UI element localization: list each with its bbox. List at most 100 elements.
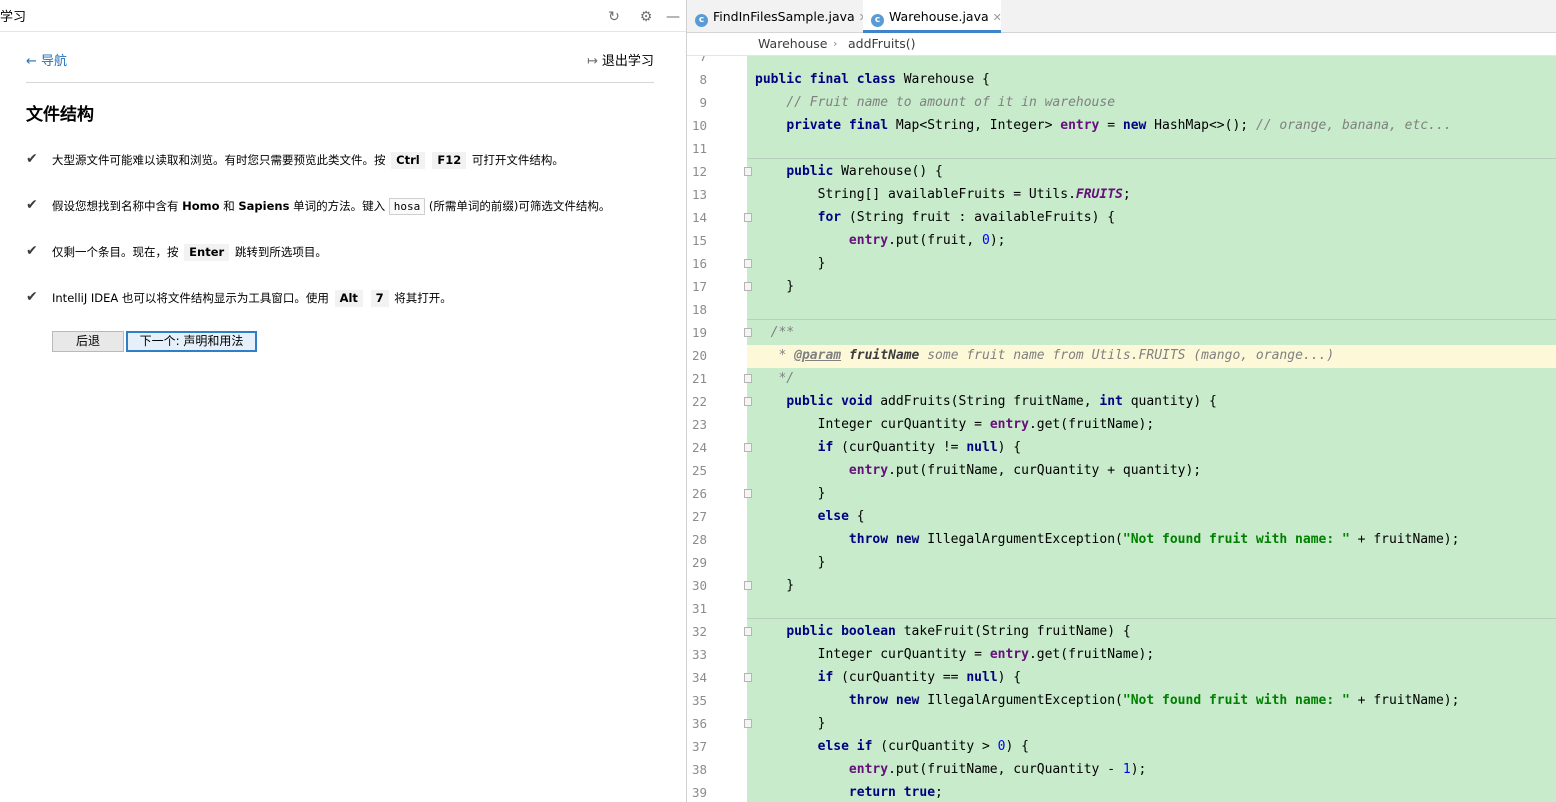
exit-learning-button[interactable]: ↦ 退出学习 bbox=[587, 54, 654, 70]
code-line[interactable]: 38 entry.put(fruitName, curQuantity - 1)… bbox=[687, 758, 1556, 781]
code-line[interactable]: 22 public void addFruits(String fruitNam… bbox=[687, 390, 1556, 413]
code-line[interactable]: 26 } bbox=[687, 482, 1556, 505]
code-line[interactable]: 8 public final class Warehouse { bbox=[687, 68, 1556, 91]
exit-icon: ↦ bbox=[587, 54, 598, 69]
fold-marker-icon[interactable] bbox=[744, 259, 752, 268]
code-line[interactable]: 30 } bbox=[687, 574, 1556, 597]
code-text: throw new IllegalArgumentException("Not … bbox=[848, 532, 1460, 547]
fold-marker-icon[interactable] bbox=[744, 374, 752, 383]
code-line[interactable]: 36 } bbox=[687, 712, 1556, 735]
fold-marker-icon[interactable] bbox=[744, 489, 752, 498]
code-line[interactable]: 9 // Fruit name to amount of it in wareh… bbox=[687, 91, 1556, 114]
code-line[interactable]: 39 return true; bbox=[687, 781, 1556, 802]
code-line[interactable]: 20 * @param fruitName some fruit name fr… bbox=[687, 344, 1556, 367]
code-line[interactable]: 23 Integer curQuantity = entry.get(fruit… bbox=[687, 413, 1556, 436]
code-text: for (String fruit : availableFruits) { bbox=[817, 210, 1116, 225]
code-text: if (curQuantity != null) { bbox=[817, 440, 1022, 455]
fold-marker-icon[interactable] bbox=[744, 213, 752, 222]
code-line[interactable]: 27 else { bbox=[687, 505, 1556, 528]
code-line[interactable]: 31 bbox=[687, 597, 1556, 620]
code-area[interactable]: 7 8 public final class Warehouse { 9 // Fru… bbox=[687, 56, 1556, 802]
code-line[interactable]: 17 } bbox=[687, 275, 1556, 298]
code-line[interactable]: 16 } bbox=[687, 252, 1556, 275]
line-number: 28 bbox=[691, 532, 707, 547]
code-line[interactable]: 12 public Warehouse() { bbox=[687, 160, 1556, 183]
line-number: 27 bbox=[691, 509, 707, 524]
fold-marker-icon[interactable] bbox=[744, 167, 752, 176]
lesson-title: 文件结构 bbox=[26, 105, 94, 125]
line-number: 39 bbox=[691, 785, 707, 800]
code-line[interactable]: 37 else if (curQuantity > 0) { bbox=[687, 735, 1556, 758]
code-line[interactable]: 32 public boolean takeFruit(String fruit… bbox=[687, 620, 1556, 643]
code-line[interactable]: 10 private final Map<String, Integer> en… bbox=[687, 114, 1556, 137]
code-line[interactable]: 35 throw new IllegalArgumentException("N… bbox=[687, 689, 1556, 712]
code-text: } bbox=[755, 279, 795, 294]
code-line[interactable]: 14 for (String fruit : availableFruits) … bbox=[687, 206, 1556, 229]
fold-marker-icon[interactable] bbox=[744, 443, 752, 452]
code-text: throw new IllegalArgumentException("Not … bbox=[848, 693, 1460, 708]
refresh-icon[interactable]: ↻ bbox=[606, 9, 622, 25]
code-line[interactable]: 24 if (curQuantity != null) { bbox=[687, 436, 1556, 459]
tab-findinfilessample[interactable]: cFindInFilesSample.java✕ bbox=[695, 0, 868, 33]
code-line[interactable]: 13 String[] availableFruits = Utils.FRUI… bbox=[687, 183, 1556, 206]
step-text: 大型源文件可能难以读取和浏览。有时您只需要预览此类文件。按 Ctrl F12 可… bbox=[52, 152, 564, 169]
code-text: } bbox=[755, 716, 826, 731]
next-lesson-button[interactable]: 下一个: 声明和用法 bbox=[126, 331, 257, 352]
code-text: if (curQuantity == null) { bbox=[817, 670, 1022, 685]
java-class-icon: c bbox=[695, 14, 708, 27]
fold-marker-icon[interactable] bbox=[744, 627, 752, 636]
code-text: } bbox=[755, 486, 826, 501]
minimize-icon[interactable]: — bbox=[665, 9, 681, 25]
code-line[interactable]: 18 bbox=[687, 298, 1556, 321]
line-number: 13 bbox=[691, 187, 707, 202]
nav-back-link[interactable]: ← 导航 bbox=[26, 54, 67, 70]
code-line[interactable]: 28 throw new IllegalArgumentException("N… bbox=[687, 528, 1556, 551]
line-number: 8 bbox=[699, 72, 707, 87]
tab-warehouse[interactable]: c Warehouse.java ✕ bbox=[863, 0, 1002, 33]
code-text: entry.put(fruitName, curQuantity + quant… bbox=[848, 463, 1202, 478]
fold-marker-icon[interactable] bbox=[744, 719, 752, 728]
line-number: 10 bbox=[691, 118, 707, 133]
fold-marker-icon[interactable] bbox=[744, 397, 752, 406]
check-icon: ✔ bbox=[26, 289, 38, 305]
code-line[interactable]: 11 bbox=[687, 137, 1556, 160]
code-line[interactable]: 15 entry.put(fruit, 0); bbox=[687, 229, 1556, 252]
divider bbox=[26, 82, 654, 83]
tab-label: FindInFilesSample.java bbox=[713, 9, 855, 24]
chevron-right-icon: › bbox=[833, 37, 838, 50]
code-text: Integer curQuantity = entry.get(fruitNam… bbox=[755, 417, 1155, 432]
code-editor: c FindInFilesSample.java ✕ c Warehouse.java… bbox=[687, 0, 1556, 802]
code-text: public final class Warehouse { bbox=[755, 72, 990, 87]
fold-marker-icon[interactable] bbox=[744, 282, 752, 291]
line-number: 29 bbox=[691, 555, 707, 570]
code-line[interactable]: 25 entry.put(fruitName, curQuantity + qu… bbox=[687, 459, 1556, 482]
line-number: 34 bbox=[691, 670, 707, 685]
line-number: 36 bbox=[691, 716, 707, 731]
code-text: * @param fruitName some fruit name from … bbox=[778, 348, 1335, 363]
line-number: 26 bbox=[691, 486, 707, 501]
code-line[interactable]: 33 Integer curQuantity = entry.get(fruit… bbox=[687, 643, 1556, 666]
learn-panel-header: 学习 ↻ ⚙ — bbox=[0, 0, 686, 32]
code-line[interactable]: 34 if (curQuantity == null) { bbox=[687, 666, 1556, 689]
fold-marker-icon[interactable] bbox=[744, 673, 752, 682]
gear-icon[interactable]: ⚙ bbox=[638, 9, 654, 25]
line-number: 24 bbox=[691, 440, 707, 455]
line-number: 33 bbox=[691, 647, 707, 662]
line-number: 31 bbox=[691, 601, 707, 616]
breadcrumb-item[interactable]: Warehouse bbox=[758, 33, 827, 55]
code-line[interactable]: 29 } bbox=[687, 551, 1556, 574]
line-number: 14 bbox=[691, 210, 707, 225]
code-line[interactable]: 21 */ bbox=[687, 367, 1556, 390]
code-text: public boolean takeFruit(String fruitNam… bbox=[786, 624, 1131, 639]
line-number: 23 bbox=[691, 417, 707, 432]
line-number: 21 bbox=[691, 371, 707, 386]
code-line[interactable]: 19 /** bbox=[687, 321, 1556, 344]
close-icon[interactable]: ✕ bbox=[993, 11, 1002, 24]
back-button[interactable]: 后退 bbox=[52, 331, 124, 352]
line-number: 12 bbox=[691, 164, 707, 179]
check-icon: ✔ bbox=[26, 197, 38, 213]
fold-marker-icon[interactable] bbox=[744, 328, 752, 337]
fold-marker-icon[interactable] bbox=[744, 581, 752, 590]
breadcrumb-item[interactable]: addFruits() bbox=[848, 33, 916, 55]
code-line[interactable]: 7 bbox=[687, 56, 1556, 68]
